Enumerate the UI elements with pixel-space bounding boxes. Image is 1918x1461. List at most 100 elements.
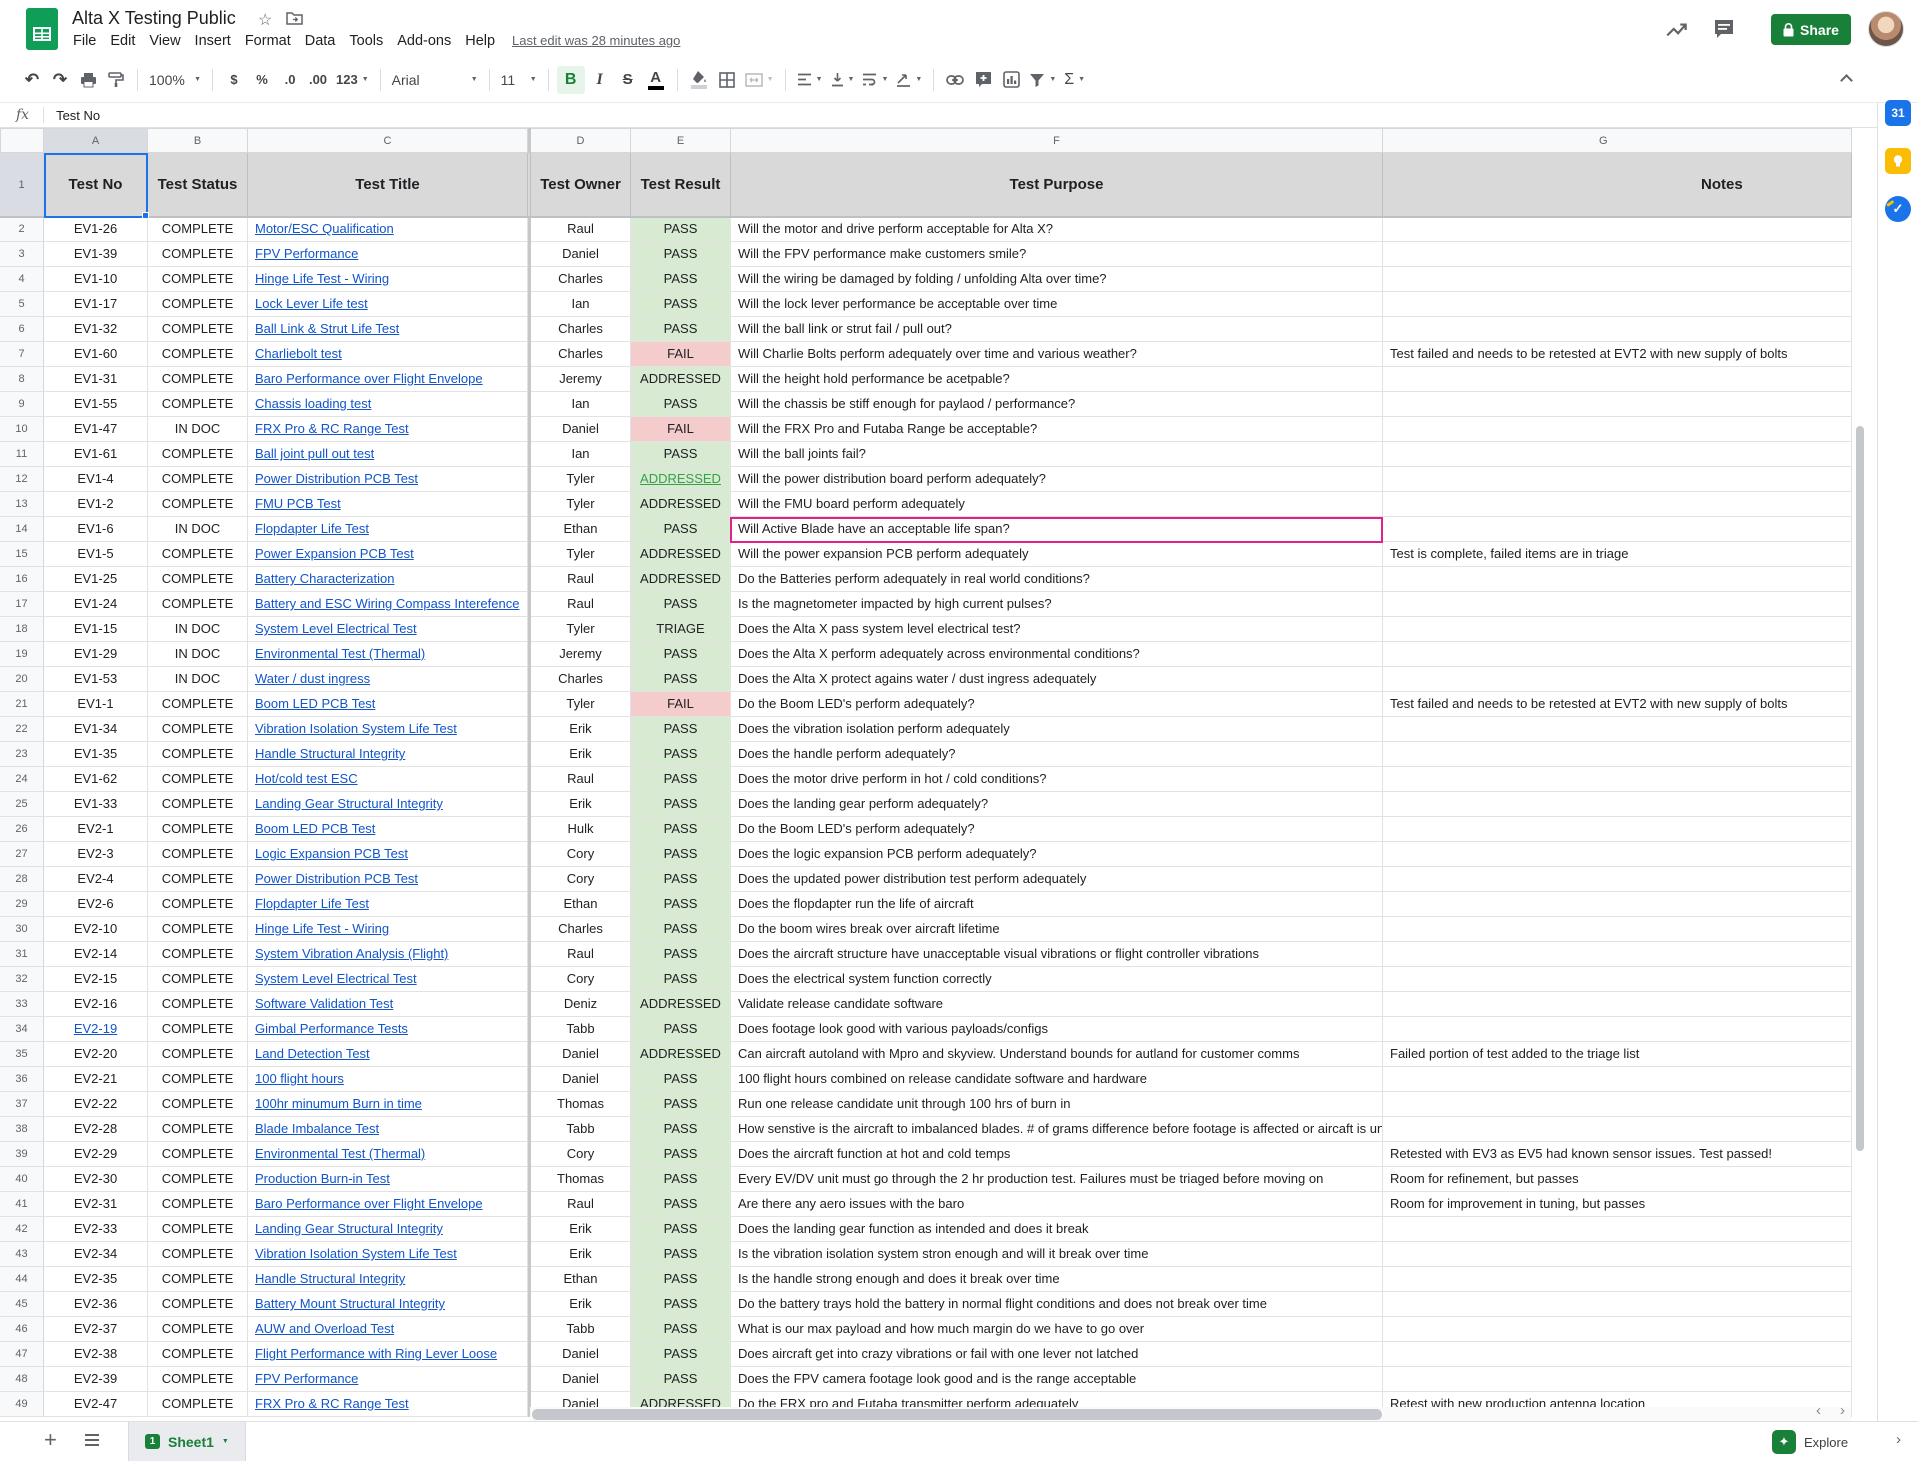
cell-test-no[interactable]: EV2-31: [44, 1192, 148, 1217]
cell-test-result[interactable]: PASS: [631, 1167, 731, 1192]
cell-test-status[interactable]: COMPLETE: [148, 792, 248, 817]
row-number[interactable]: 25: [0, 792, 44, 817]
menu-file[interactable]: File: [66, 31, 103, 51]
menu-add-ons[interactable]: Add-ons: [390, 31, 458, 51]
menu-insert[interactable]: Insert: [188, 31, 238, 51]
cell-notes[interactable]: [1383, 617, 1852, 642]
cell-notes[interactable]: [1383, 267, 1852, 292]
increase-decimal-button[interactable]: .00: [305, 66, 331, 94]
cell-test-result[interactable]: PASS: [631, 967, 731, 992]
cell-test-title-link[interactable]: Land Detection Test: [248, 1042, 528, 1067]
decrease-decimal-button[interactable]: .0: [277, 66, 303, 94]
cell-test-owner[interactable]: Ethan: [531, 1267, 631, 1292]
cell-test-no[interactable]: EV2-30: [44, 1167, 148, 1192]
cell-test-no[interactable]: EV2-6: [44, 892, 148, 917]
row-number[interactable]: 21: [0, 692, 44, 717]
cell-test-result[interactable]: PASS: [631, 667, 731, 692]
cell-test-title-link[interactable]: Environmental Test (Thermal): [248, 642, 528, 667]
cell-notes[interactable]: [1383, 967, 1852, 992]
row-number[interactable]: 4: [0, 267, 44, 292]
cell-notes[interactable]: [1383, 842, 1852, 867]
row-number[interactable]: 5: [0, 292, 44, 317]
menu-edit[interactable]: Edit: [103, 31, 142, 51]
calendar-icon[interactable]: 31: [1885, 100, 1911, 126]
cell-test-no[interactable]: EV1-53: [44, 667, 148, 692]
cell-test-no[interactable]: EV1-10: [44, 267, 148, 292]
strikethrough-button[interactable]: S: [615, 66, 641, 94]
cell-test-owner[interactable]: Tyler: [531, 617, 631, 642]
cell-test-purpose[interactable]: What is our max payload and how much mar…: [731, 1317, 1383, 1342]
cell-test-status[interactable]: COMPLETE: [148, 1017, 248, 1042]
cell-test-result[interactable]: FAIL: [631, 417, 731, 442]
paint-format-icon[interactable]: [103, 66, 129, 94]
menu-tools[interactable]: Tools: [342, 31, 390, 51]
row-number[interactable]: 49: [0, 1392, 44, 1417]
cell-test-result[interactable]: PASS: [631, 1117, 731, 1142]
undo-icon[interactable]: ↶: [19, 66, 45, 94]
row-number[interactable]: 35: [0, 1042, 44, 1067]
cell-test-status[interactable]: COMPLETE: [148, 1242, 248, 1267]
cell-test-purpose[interactable]: Does the landing gear perform adequately…: [731, 792, 1383, 817]
row-number[interactable]: 19: [0, 642, 44, 667]
cell-test-no[interactable]: EV1-5: [44, 542, 148, 567]
cell-test-result[interactable]: PASS: [631, 742, 731, 767]
cell-test-status[interactable]: COMPLETE: [148, 1267, 248, 1292]
cell-test-result[interactable]: PASS: [631, 817, 731, 842]
cell-test-owner[interactable]: Tabb: [531, 1017, 631, 1042]
cell-notes[interactable]: [1383, 1342, 1852, 1367]
cell-notes[interactable]: [1383, 592, 1852, 617]
cell-test-result[interactable]: ADDRESSED: [631, 492, 731, 517]
cell-notes[interactable]: [1383, 217, 1852, 242]
cell-test-title-link[interactable]: Landing Gear Structural Integrity: [248, 792, 528, 817]
cell-test-status[interactable]: COMPLETE: [148, 892, 248, 917]
cell-test-no[interactable]: EV1-39: [44, 242, 148, 267]
cell-test-purpose[interactable]: Does the aircraft structure have unaccep…: [731, 942, 1383, 967]
cell-test-title-link[interactable]: Battery Mount Structural Integrity: [248, 1292, 528, 1317]
avatar[interactable]: [1868, 11, 1904, 47]
cell-test-result[interactable]: PASS: [631, 292, 731, 317]
cell-test-title-link[interactable]: 100 flight hours: [248, 1067, 528, 1092]
cell-test-result[interactable]: PASS: [631, 592, 731, 617]
text-rotation-button[interactable]: ▼: [893, 66, 925, 94]
cell-test-result[interactable]: PASS: [631, 392, 731, 417]
cell-test-owner[interactable]: Daniel: [531, 242, 631, 267]
cell-test-result[interactable]: PASS: [631, 517, 731, 542]
cell-test-owner[interactable]: Raul: [531, 592, 631, 617]
cell-test-no[interactable]: EV1-32: [44, 317, 148, 342]
document-title[interactable]: Alta X Testing Public: [72, 8, 236, 29]
cell-test-result[interactable]: PASS: [631, 717, 731, 742]
cell-test-owner[interactable]: Raul: [531, 1192, 631, 1217]
cell-test-owner[interactable]: Erik: [531, 717, 631, 742]
cell-test-title-link[interactable]: Ball joint pull out test: [248, 442, 528, 467]
cell-test-no[interactable]: EV2-29: [44, 1142, 148, 1167]
cell-test-purpose[interactable]: Do the Boom LED's perform adequately?: [731, 817, 1383, 842]
cell-test-no[interactable]: EV2-37: [44, 1317, 148, 1342]
cell-test-no[interactable]: EV2-34: [44, 1242, 148, 1267]
cell-notes[interactable]: [1383, 442, 1852, 467]
cell-test-status[interactable]: COMPLETE: [148, 492, 248, 517]
cell-test-owner[interactable]: Daniel: [531, 417, 631, 442]
cell-notes[interactable]: [1383, 292, 1852, 317]
cell-test-status[interactable]: COMPLETE: [148, 567, 248, 592]
cell-test-result[interactable]: FAIL: [631, 692, 731, 717]
cell-test-no[interactable]: EV2-16: [44, 992, 148, 1017]
font-family-select[interactable]: Arial ▼: [389, 66, 481, 94]
cell-test-status[interactable]: COMPLETE: [148, 742, 248, 767]
row-number[interactable]: 13: [0, 492, 44, 517]
cell-notes[interactable]: [1383, 992, 1852, 1017]
cell-test-owner[interactable]: Tabb: [531, 1117, 631, 1142]
last-edit-link[interactable]: Last edit was 28 minutes ago: [512, 33, 680, 48]
row-number[interactable]: 17: [0, 592, 44, 617]
merge-cells-button[interactable]: ▼: [742, 66, 777, 94]
cell-test-status[interactable]: COMPLETE: [148, 842, 248, 867]
menu-format[interactable]: Format: [238, 31, 298, 51]
cell-test-no[interactable]: EV1-2: [44, 492, 148, 517]
cell-test-status[interactable]: COMPLETE: [148, 242, 248, 267]
cell-test-owner[interactable]: Charles: [531, 917, 631, 942]
row-number[interactable]: 9: [0, 392, 44, 417]
cell-test-purpose[interactable]: Will the chassis be stiff enough for pay…: [731, 392, 1383, 417]
cell-test-owner[interactable]: Daniel: [531, 1042, 631, 1067]
cell-test-status[interactable]: COMPLETE: [148, 467, 248, 492]
cell-test-result[interactable]: ADDRESSED: [631, 992, 731, 1017]
cell-test-result[interactable]: PASS: [631, 1292, 731, 1317]
